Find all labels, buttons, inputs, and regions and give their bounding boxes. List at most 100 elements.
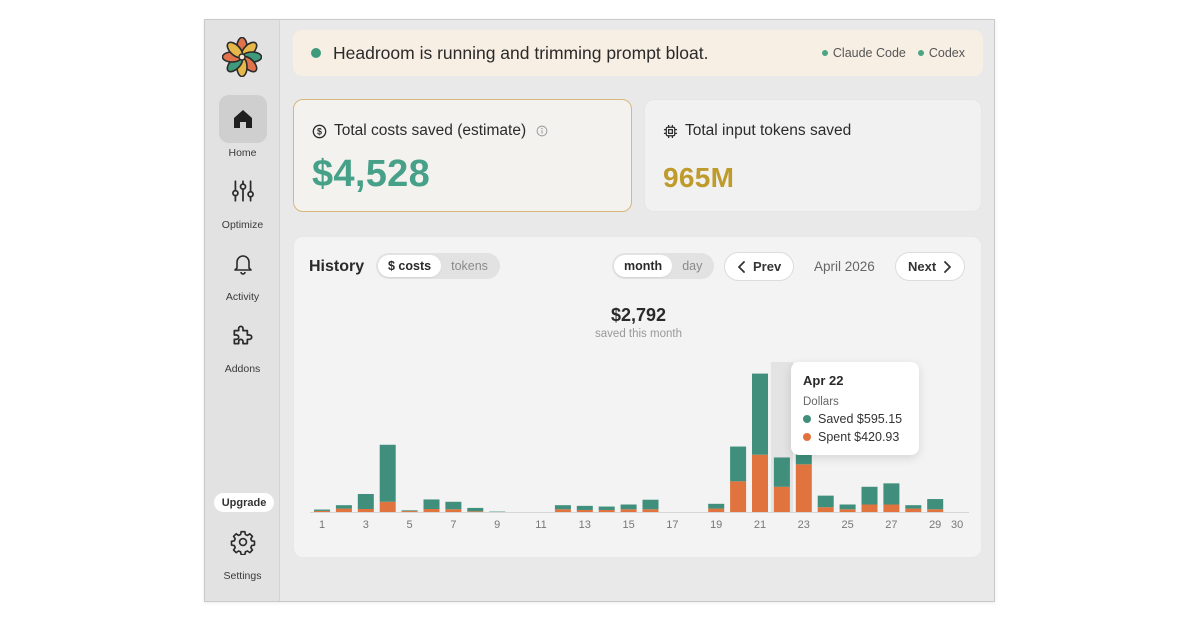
chip-icon <box>663 124 678 138</box>
status-banner: Headroom is running and trimming prompt … <box>293 30 983 76</box>
bar-spent-day-14[interactable] <box>598 509 615 512</box>
bar-spent-day-4[interactable] <box>379 501 396 512</box>
puzzle-icon <box>232 325 253 345</box>
bar-saved-day-15[interactable] <box>620 504 637 510</box>
dollar-circle-icon: $ <box>312 124 327 138</box>
history-title: History <box>309 258 365 275</box>
bar-saved-day-29[interactable] <box>927 499 944 510</box>
bar-saved-day-7[interactable] <box>445 501 462 510</box>
prev-button[interactable]: Prev <box>724 252 795 281</box>
bar-spent-day-13[interactable] <box>576 509 593 512</box>
tooltip-group: Dollars <box>803 396 839 408</box>
metric-toggle: $ costs tokens <box>376 253 500 279</box>
bar-saved-day-24[interactable] <box>817 495 834 508</box>
toggle-tokens[interactable]: tokens <box>441 255 498 277</box>
month-total-value: $2,792 <box>610 305 667 325</box>
toggle-day[interactable]: day <box>672 255 712 277</box>
sidebar-item-optimize[interactable]: Optimize <box>205 167 280 231</box>
bar-spent-day-28[interactable] <box>905 508 922 512</box>
x-tick-label: 5 <box>407 519 413 531</box>
upgrade-button[interactable]: Upgrade <box>214 493 274 512</box>
bar-spent-day-19[interactable] <box>708 508 725 512</box>
bar-saved-day-25[interactable] <box>839 504 856 510</box>
app-window: Home Optimize Activity Addons Upgrade Se… <box>204 19 995 602</box>
bar-spent-day-24[interactable] <box>817 507 834 512</box>
x-tick-label: 9 <box>494 519 500 531</box>
next-button[interactable]: Next <box>895 252 966 281</box>
saved-dot <box>803 415 811 423</box>
bar-spent-day-5[interactable] <box>401 511 418 512</box>
bar-spent-day-22[interactable] <box>773 486 790 512</box>
status-dot <box>311 48 321 58</box>
bar-saved-day-21[interactable] <box>752 373 768 455</box>
bar-spent-day-1[interactable] <box>314 510 330 512</box>
status-text: Headroom is running and trimming prompt … <box>333 42 709 63</box>
bar-spent-day-3[interactable] <box>357 509 374 512</box>
bar-saved-day-14[interactable] <box>598 506 615 510</box>
bar-spent-day-16[interactable] <box>642 509 659 512</box>
bar-saved-day-19[interactable] <box>708 503 725 509</box>
tooltip-saved: Saved $595.15 <box>818 412 903 426</box>
chart-tooltip: Apr 22 Dollars Saved $595.15 Spent $420.… <box>791 362 919 455</box>
bar-saved-day-27[interactable] <box>883 483 900 505</box>
bar-spent-day-6[interactable] <box>423 509 440 512</box>
tokens-saved-value: 965M <box>663 162 735 193</box>
bar-saved-day-6[interactable] <box>423 499 440 509</box>
x-tick-label: 17 <box>666 519 678 531</box>
bar-spent-day-12[interactable] <box>554 509 571 512</box>
x-tick-label: 27 <box>885 519 897 531</box>
info-icon[interactable] <box>536 125 548 137</box>
bar-saved-day-1[interactable] <box>314 509 330 511</box>
costs-saved-card: $ Total costs saved (estimate) $4,528 <box>293 99 632 212</box>
bar-spent-day-2[interactable] <box>335 508 352 512</box>
bar-saved-day-28[interactable] <box>905 505 922 509</box>
bar-saved-day-20[interactable] <box>730 446 747 482</box>
bar-spent-day-23[interactable] <box>795 464 812 512</box>
bell-icon <box>233 255 252 275</box>
sidebar-item-home[interactable]: Home <box>205 95 280 159</box>
sidebar-item-label: Optimize <box>221 219 264 231</box>
bar-spent-day-25[interactable] <box>839 509 856 512</box>
toggle-month[interactable]: month <box>614 255 673 277</box>
tooltip-spent: Spent $420.93 <box>818 430 900 444</box>
bar-saved-day-4[interactable] <box>379 444 396 502</box>
flower-logo-icon <box>222 37 262 77</box>
bar-spent-day-26[interactable] <box>861 504 878 513</box>
bar-saved-day-2[interactable] <box>335 505 352 509</box>
bar-saved-day-5[interactable] <box>401 510 418 512</box>
sidebar-item-settings[interactable]: Settings <box>205 518 280 582</box>
x-tick-label: 30 <box>951 519 963 531</box>
card-title: Total input tokens saved <box>685 122 852 139</box>
spent-dot <box>803 433 811 441</box>
sidebar-item-label: Addons <box>224 363 261 375</box>
bar-saved-day-16[interactable] <box>642 499 659 510</box>
x-tick-label: 21 <box>754 519 766 531</box>
bar-saved-day-22[interactable] <box>773 457 790 487</box>
bar-saved-day-13[interactable] <box>576 505 593 510</box>
bar-spent-day-15[interactable] <box>620 509 637 512</box>
bar-spent-day-21[interactable] <box>752 454 768 512</box>
agent-badge: Codex <box>917 46 965 60</box>
bar-saved-day-26[interactable] <box>861 486 878 505</box>
bar-saved-day-8[interactable] <box>467 507 484 512</box>
bar-spent-day-27[interactable] <box>883 504 900 513</box>
agent-badge: Claude Code <box>821 46 906 60</box>
agent-list: Claude Code Codex <box>821 46 965 60</box>
toggle-costs[interactable]: $ costs <box>378 255 442 277</box>
bar-spent-day-29[interactable] <box>927 509 944 512</box>
svg-text:$: $ <box>317 126 322 136</box>
bar-spent-day-7[interactable] <box>445 509 462 512</box>
sliders-icon <box>231 180 254 202</box>
sidebar-item-activity[interactable]: Activity <box>205 239 280 303</box>
chevron-left-icon <box>738 260 745 273</box>
x-tick-label: 19 <box>710 519 722 531</box>
gear-icon <box>230 530 255 555</box>
bar-saved-day-3[interactable] <box>357 494 374 509</box>
x-tick-label: 1 <box>319 519 325 531</box>
bar-spent-day-8[interactable] <box>467 511 484 512</box>
x-tick-label: 7 <box>450 519 456 531</box>
sidebar-item-addons[interactable]: Addons <box>205 311 280 375</box>
x-tick-label: 23 <box>798 519 810 531</box>
bar-spent-day-20[interactable] <box>730 481 747 512</box>
bar-saved-day-12[interactable] <box>554 505 571 510</box>
